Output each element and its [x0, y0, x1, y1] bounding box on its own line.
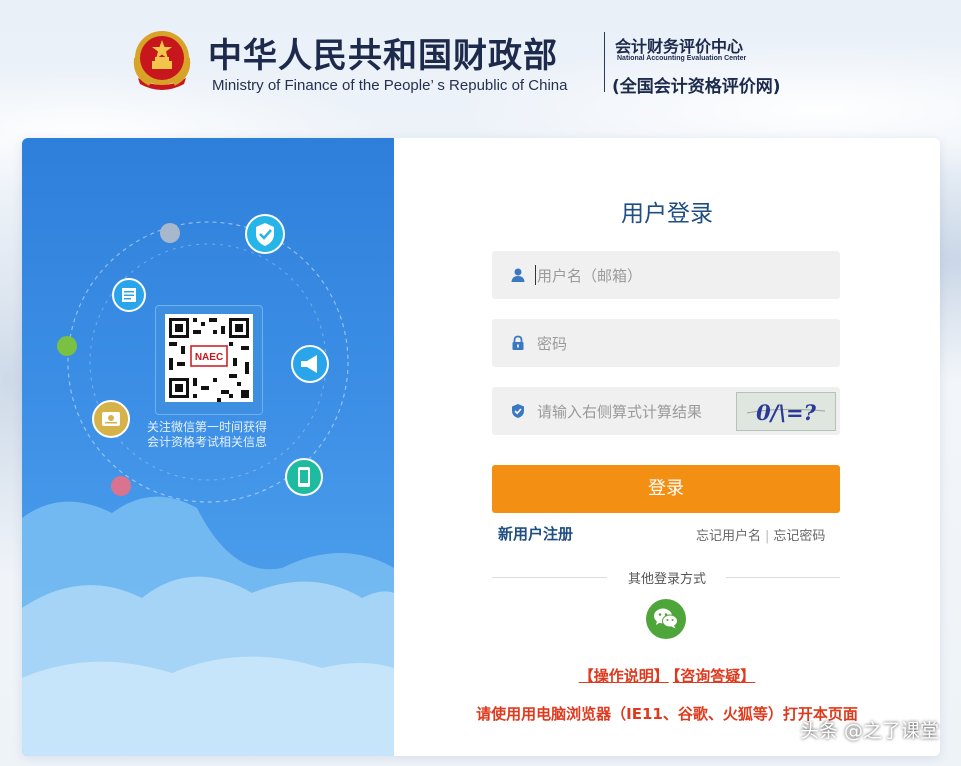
center-subtitle: (全国会计资格评价网)	[612, 77, 781, 97]
consult-link[interactable]: 【咨询答疑】	[673, 667, 756, 685]
national-emblem-icon	[133, 31, 191, 90]
other-login-text: 其他登录方式	[621, 572, 712, 587]
forgot-password-link[interactable]: 忘记密码	[773, 529, 825, 544]
qr-caption-line2: 会计资格考试相关信息	[146, 435, 267, 449]
wechat-qr-code: NAEC	[165, 314, 253, 402]
login-card: NAEC 关注微信第一时间获得 会计资格考试相关信息 用户登录 用户名（邮箱） …	[22, 138, 940, 756]
certificate-icon	[92, 400, 130, 438]
user-icon	[511, 268, 525, 282]
username-field[interactable]: 用户名（邮箱）	[492, 251, 840, 299]
forgot-separator: |	[765, 529, 770, 544]
captcha-drawing: 0/\=?	[746, 400, 826, 425]
lock-icon	[512, 335, 524, 350]
ministry-title-cn: 中华人民共和国财政部	[208, 36, 558, 76]
password-field[interactable]: 密码	[492, 319, 840, 367]
other-login-label: 其他登录方式	[394, 568, 940, 587]
header-divider	[604, 32, 605, 92]
watermark: 头条 @之了课堂	[799, 720, 939, 742]
username-placeholder: 用户名（邮箱）	[537, 267, 643, 285]
wechat-qr-frame: NAEC	[155, 305, 263, 415]
megaphone-icon	[291, 345, 329, 383]
forgot-links: 忘记用户名 | 忘记密码	[696, 525, 825, 544]
ministry-title-en: Ministry of Finance of the People’ s Rep…	[212, 77, 568, 94]
help-links: 【操作说明】 【咨询答疑】	[394, 665, 940, 686]
qr-caption: 关注微信第一时间获得 会计资格考试相关信息	[132, 420, 282, 450]
login-form: 用户登录 用户名（邮箱） 密码 请输入右侧算式计算结果 0/\=? 登录 新用户…	[394, 138, 940, 756]
login-button[interactable]: 登录	[492, 465, 840, 513]
promo-panel: NAEC 关注微信第一时间获得 会计资格考试相关信息	[22, 138, 394, 756]
wechat-login-button[interactable]	[646, 599, 686, 639]
text-caret	[535, 265, 536, 285]
qr-badge: NAEC	[195, 352, 223, 363]
forgot-username-link[interactable]: 忘记用户名	[696, 529, 761, 544]
captcha-text: 0/\=?	[756, 400, 817, 425]
captcha-field[interactable]: 请输入右侧算式计算结果 0/\=?	[492, 387, 840, 435]
operation-guide-link[interactable]: 【操作说明】	[579, 667, 669, 685]
shield-icon	[512, 404, 524, 418]
mobile-phone-icon	[285, 458, 323, 496]
register-link[interactable]: 新用户注册	[498, 523, 573, 544]
captcha-placeholder: 请输入右侧算式计算结果	[537, 403, 703, 421]
wechat-icon	[654, 608, 678, 629]
center-name-cn: 会计财务评价中心	[615, 37, 744, 56]
center-name-en: National Accounting Evaluation Center	[617, 55, 747, 62]
document-icon	[112, 278, 146, 312]
shield-check-icon	[245, 214, 285, 254]
login-title: 用户登录	[621, 201, 713, 227]
password-placeholder: 密码	[537, 335, 568, 353]
qr-caption-line1: 关注微信第一时间获得	[146, 420, 267, 434]
captcha-image[interactable]: 0/\=?	[736, 392, 836, 431]
